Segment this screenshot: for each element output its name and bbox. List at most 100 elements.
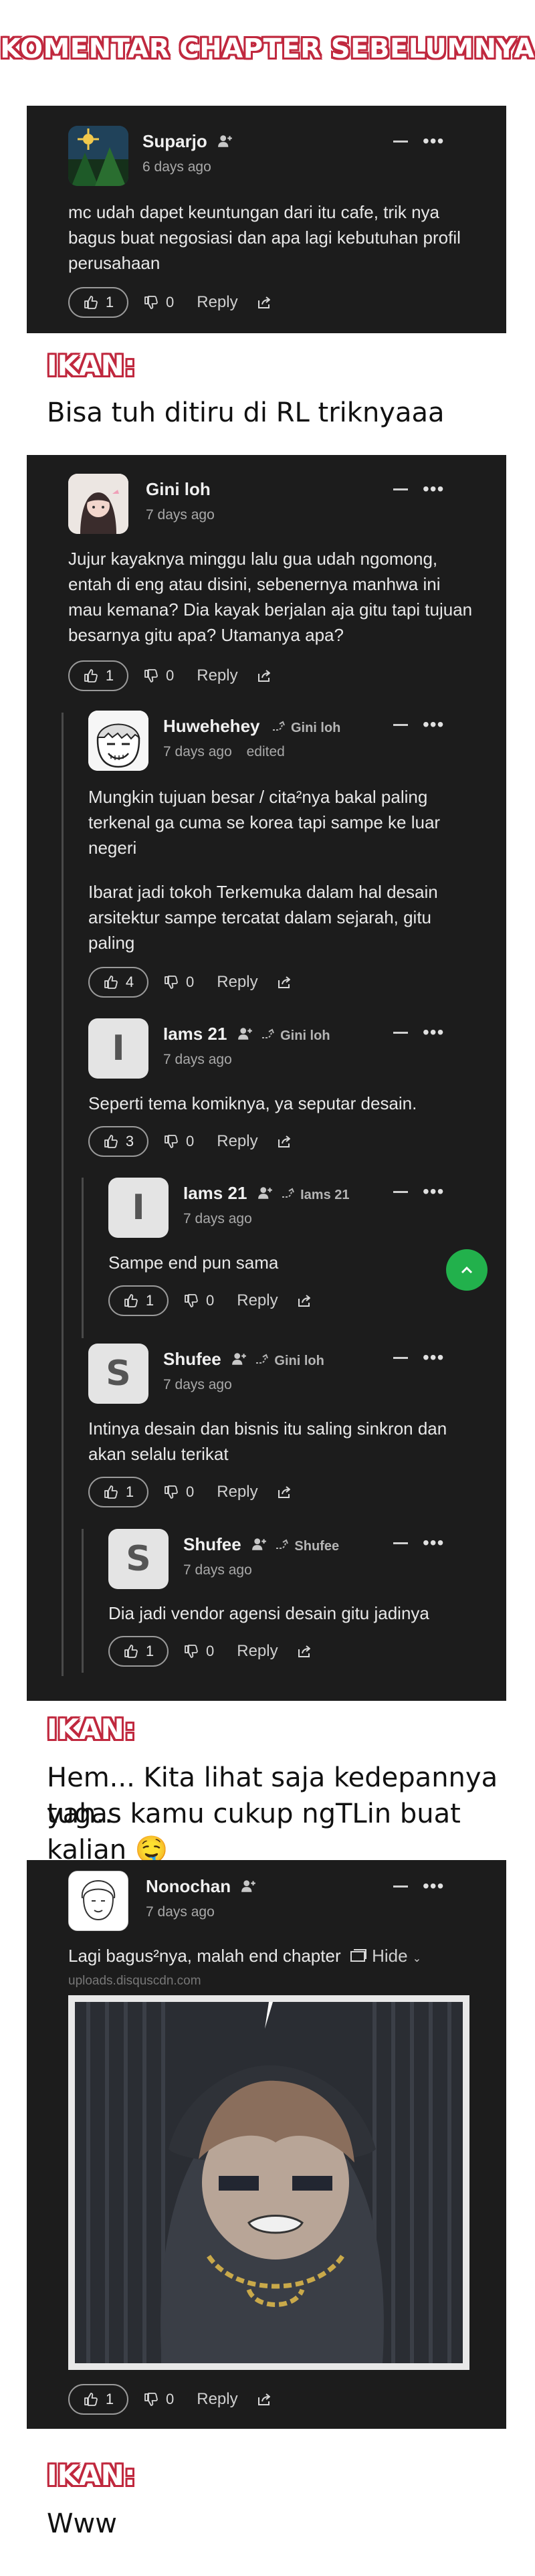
username[interactable]: Nonochan — [146, 1876, 257, 1897]
avatar[interactable] — [68, 1871, 128, 1931]
timestamp[interactable]: 7 days ago — [163, 1052, 232, 1068]
more-icon[interactable]: ••• — [423, 715, 444, 734]
more-icon[interactable]: ••• — [423, 132, 444, 151]
username[interactable]: Suparjo — [142, 131, 233, 152]
collapse-icon[interactable] — [393, 488, 408, 490]
upvote-button[interactable]: 3 — [88, 1126, 148, 1157]
more-icon[interactable]: ••• — [423, 1182, 444, 1201]
username-text[interactable]: Iams 21 — [163, 1024, 227, 1044]
follow-icon[interactable] — [251, 1537, 268, 1552]
username[interactable]: Iams 21 Gini loh — [163, 1024, 330, 1044]
username-text[interactable]: Nonochan — [146, 1876, 231, 1896]
avatar[interactable]: I — [108, 1178, 169, 1238]
downvote-button[interactable]: 0 — [183, 1643, 214, 1660]
embedded-image[interactable] — [68, 1995, 469, 2370]
reply-link[interactable]: Reply — [237, 1291, 278, 1310]
downvote-button[interactable]: 0 — [183, 1292, 214, 1309]
collapse-icon[interactable] — [393, 1356, 408, 1359]
timestamp[interactable]: 7 days ago — [146, 1904, 215, 1920]
more-icon[interactable]: ••• — [423, 1348, 444, 1367]
comment-menu[interactable]: ••• — [393, 1182, 444, 1201]
more-icon[interactable]: ••• — [423, 1534, 444, 1552]
reply-link[interactable]: Reply — [237, 1642, 278, 1661]
username[interactable]: Gini loh — [146, 479, 211, 500]
comment-menu[interactable]: ••• — [393, 132, 444, 151]
upvote-button[interactable]: 1 — [68, 287, 128, 318]
comment-menu[interactable]: ••• — [393, 1348, 444, 1367]
username-text[interactable]: Huwehehey — [163, 716, 260, 736]
follow-icon[interactable] — [231, 1352, 247, 1366]
upvote-button[interactable]: 1 — [68, 660, 128, 691]
timestamp[interactable]: 7 days ago — [183, 1211, 252, 1227]
avatar[interactable] — [88, 711, 148, 771]
timestamp[interactable]: 7 days ago — [163, 744, 232, 759]
timestamp[interactable]: 7 days ago — [146, 507, 215, 523]
collapse-icon[interactable] — [393, 1031, 408, 1034]
collapse-icon[interactable] — [393, 1542, 408, 1544]
collapse-icon[interactable] — [393, 723, 408, 726]
avatar[interactable] — [68, 126, 128, 186]
avatar[interactable]: I — [88, 1018, 148, 1079]
downvote-button[interactable]: 0 — [163, 1483, 194, 1501]
reply-link[interactable]: Reply — [197, 666, 237, 685]
username[interactable]: Shufee Shufee — [183, 1534, 339, 1555]
username[interactable]: Huwehehey Gini loh — [163, 716, 340, 737]
avatar[interactable]: S — [108, 1529, 169, 1589]
downvote-button[interactable]: 0 — [163, 974, 194, 991]
downvote-button[interactable]: 0 — [143, 2391, 174, 2408]
follow-icon[interactable] — [241, 1879, 257, 1894]
timestamp[interactable]: 7 days ago — [163, 1377, 232, 1393]
reply-to-user[interactable]: Iams 21 — [300, 1188, 349, 1202]
share-icon[interactable] — [296, 1293, 313, 1309]
upvote-button[interactable]: 1 — [108, 1285, 169, 1316]
reply-to-user[interactable]: Gini loh — [291, 721, 340, 735]
image-source-link[interactable]: uploads.disquscdn.com — [68, 1974, 201, 1989]
username[interactable]: Iams 21 Iams 21 — [183, 1183, 350, 1204]
hide-image-link[interactable]: Hide — [372, 1946, 407, 1966]
upvote-button[interactable]: 1 — [108, 1636, 169, 1667]
comment-menu[interactable]: ••• — [393, 1877, 444, 1896]
collapse-icon[interactable] — [393, 1190, 408, 1193]
follow-icon[interactable] — [237, 1026, 253, 1041]
comment-menu[interactable]: ••• — [393, 715, 444, 734]
share-icon[interactable] — [276, 1484, 293, 1500]
username[interactable]: Shufee Gini loh — [163, 1349, 324, 1370]
timestamp[interactable]: 6 days ago — [142, 159, 211, 175]
reply-to-user[interactable]: Gini loh — [280, 1028, 330, 1043]
upvote-button[interactable]: 4 — [88, 967, 148, 998]
reply-link[interactable]: Reply — [197, 2390, 237, 2409]
share-icon[interactable] — [255, 668, 273, 684]
reply-to-user[interactable]: Shufee — [294, 1539, 339, 1554]
more-icon[interactable]: ••• — [423, 1877, 444, 1896]
more-icon[interactable]: ••• — [423, 480, 444, 498]
more-icon[interactable]: ••• — [423, 1023, 444, 1042]
share-icon[interactable] — [276, 1133, 293, 1149]
username-text[interactable]: Shufee — [183, 1534, 241, 1554]
follow-icon[interactable] — [257, 1186, 274, 1200]
reply-to-user[interactable]: Gini loh — [274, 1354, 324, 1368]
chevron-down-icon[interactable]: ⌄ — [413, 1953, 421, 1964]
username-text[interactable]: Iams 21 — [183, 1183, 247, 1203]
upvote-button[interactable]: 1 — [88, 1477, 148, 1507]
downvote-button[interactable]: 0 — [163, 1133, 194, 1150]
share-icon[interactable] — [255, 2391, 273, 2407]
collapse-icon[interactable] — [393, 1885, 408, 1888]
reply-link[interactable]: Reply — [197, 293, 237, 312]
comment-menu[interactable]: ••• — [393, 1023, 444, 1042]
scroll-to-top-button[interactable] — [446, 1249, 488, 1291]
avatar[interactable] — [68, 474, 128, 534]
avatar[interactable]: S — [88, 1344, 148, 1404]
timestamp[interactable]: 7 days ago — [183, 1562, 252, 1578]
reply-link[interactable]: Reply — [217, 1483, 257, 1501]
reply-link[interactable]: Reply — [217, 1132, 257, 1151]
share-icon[interactable] — [276, 974, 293, 990]
comment-menu[interactable]: ••• — [393, 480, 444, 498]
share-icon[interactable] — [255, 294, 273, 310]
username-text[interactable]: Shufee — [163, 1349, 221, 1369]
username-text[interactable]: Suparjo — [142, 131, 207, 151]
downvote-button[interactable]: 0 — [143, 294, 174, 311]
collapse-icon[interactable] — [393, 140, 408, 143]
reply-link[interactable]: Reply — [217, 973, 257, 992]
follow-icon[interactable] — [217, 134, 233, 149]
comment-menu[interactable]: ••• — [393, 1534, 444, 1552]
